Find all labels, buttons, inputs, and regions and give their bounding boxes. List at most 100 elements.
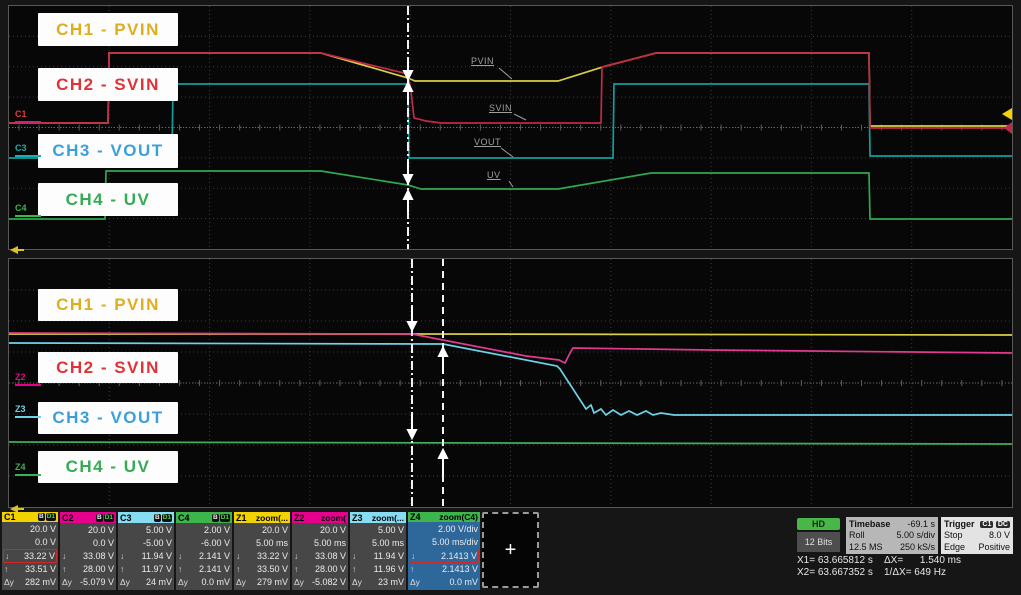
- descriptor-id: C2: [62, 513, 74, 523]
- timebase-rate: 250 kS/s: [900, 542, 935, 552]
- delta-y-icon: Δy: [352, 577, 362, 587]
- trace-label-ch1-pvin: CH1 - PVIN: [38, 289, 178, 321]
- zoom-descriptor-z4-selected[interactable]: Z4 zoom(C4) 2.00 V/div 5.00 ms/div ↓2.14…: [408, 512, 480, 590]
- cursor-max-icon: ↑: [62, 564, 66, 574]
- trigger-source-badge: C1: [980, 521, 993, 528]
- bandwidth-badge: B: [212, 514, 219, 522]
- cursor-max-icon: ↑: [352, 564, 356, 574]
- digital-badge: D1: [104, 514, 114, 522]
- descriptor-id: Z1: [236, 513, 247, 523]
- annotation-vout: VOUT: [474, 137, 501, 147]
- timebase-box[interactable]: Timebase -69.1 s Roll 5.00 s/div 12.5 MS 25…: [846, 517, 938, 554]
- timebase-samples: 12.5 MS: [849, 542, 883, 552]
- trigger-level-marker[interactable]: [1002, 108, 1012, 120]
- digital-badge: D1: [46, 513, 56, 521]
- descriptor-id: Z2: [294, 513, 305, 523]
- zoom-waveform-panel[interactable]: CH1 - PVIN CH2 - SVIN CH3 - VOUT CH4 - U…: [8, 258, 1013, 508]
- vertical-scale: 20.0 V: [30, 524, 56, 534]
- annotation-pvin: PVIN: [471, 56, 494, 66]
- cursor-min-icon: ↓: [178, 551, 182, 561]
- trigger-position-offscreen-arrow-top: [10, 246, 18, 254]
- delta-y-icon: Δy: [62, 577, 72, 587]
- annotation-svin: SVIN: [489, 103, 512, 113]
- cursor-max-icon: ↑: [178, 564, 182, 574]
- trigger-type: Edge: [944, 542, 965, 552]
- add-trace-button[interactable]: +: [482, 512, 539, 588]
- trigger-coupling-badge: DC: [996, 521, 1010, 528]
- channel-descriptor-c3[interactable]: C3 B D1 5.00 V -5.00 V ↓11.94 V ↑11.97 V…: [118, 512, 174, 590]
- channel-descriptor-c2[interactable]: C2 B D1 20.0 V 0.0 V ↓33.08 V ↑28.00 V Δ…: [60, 512, 116, 590]
- bandwidth-badge: B: [38, 513, 45, 521]
- delta-y-icon: Δy: [4, 577, 14, 587]
- plus-icon: +: [505, 539, 517, 562]
- resolution-bits-box: 12 Bits: [797, 532, 840, 552]
- channel-descriptor-c4[interactable]: C4 B D1 2.00 V -6.00 V ↓2.141 V ↑2.141 V…: [176, 512, 232, 590]
- channel-descriptor-c1[interactable]: C1 B D1 20.0 V 0.0 V ↓33.22 V ↑33.51 V Δ…: [2, 512, 58, 590]
- cursor-min-icon: ↓: [411, 551, 415, 561]
- c2-trace-edge-marker: [1004, 122, 1012, 134]
- zoom-offset-marker-z3[interactable]: Z3: [15, 405, 41, 418]
- cursor-dx-readout: ΔX= 1.540 ms: [884, 555, 961, 566]
- timebase-scale: 5.00 s/div: [896, 530, 935, 540]
- trace-label-ch4-uv: CH4 - UV: [38, 451, 178, 483]
- channel-offset-marker-c4[interactable]: C4: [15, 204, 41, 217]
- trace-label-ch1-pvin: CH1 - PVIN: [38, 13, 178, 46]
- descriptor-id: C1: [4, 512, 16, 522]
- delta-y-icon: Δy: [236, 577, 246, 587]
- trace-Z4-UV: [9, 442, 1012, 444]
- cursor-marker-arrows: [408, 307, 447, 475]
- cursor-min-icon: ↓: [5, 551, 9, 561]
- delta-y-icon: Δy: [294, 577, 304, 587]
- timebase-offset: -69.1 s: [907, 519, 935, 529]
- digital-badge: D1: [220, 514, 230, 522]
- descriptor-id: C4: [178, 513, 190, 523]
- trigger-level: 8.0 V: [989, 530, 1010, 540]
- zoom-descriptor-z2[interactable]: Z2 zoom( 20.0 V 5.00 ms ↓33.08 V ↑28.00 …: [292, 512, 348, 590]
- cursor-max-icon: ↑: [4, 564, 8, 574]
- cursor-x1-readout: X1= 63.665812 s: [797, 555, 873, 566]
- zoom-offset-marker-z4[interactable]: Z4: [15, 463, 41, 476]
- annotation-uv: UV: [487, 170, 501, 180]
- cursor-max-icon: ↑: [120, 564, 124, 574]
- descriptor-id: Z4: [410, 512, 421, 522]
- cursor-x2-readout: X2= 63.667352 s: [797, 567, 873, 578]
- cursor-min-icon: ↓: [294, 551, 298, 561]
- trigger-slope: Positive: [978, 542, 1010, 552]
- delta-y-icon: Δy: [410, 577, 420, 587]
- cursor-min-icon: ↓: [236, 551, 240, 561]
- cursor-max-icon: ↑: [410, 564, 414, 574]
- delta-y-icon: Δy: [178, 577, 188, 587]
- main-waveform-panel[interactable]: CH1 - PVIN CH2 - SVIN CH3 - VOUT CH4 - U…: [8, 5, 1013, 250]
- channel-offset-marker-c1[interactable]: C1: [15, 110, 41, 123]
- hd-mode-badge[interactable]: HD: [797, 518, 840, 530]
- cursor-invdx-readout: 1/ΔX= 649 Hz: [884, 567, 946, 578]
- trigger-title: Trigger: [944, 519, 975, 529]
- oscilloscope-screen: CH1 - PVIN CH2 - SVIN CH3 - VOUT CH4 - U…: [0, 0, 1021, 595]
- cursor-max-icon: ↑: [236, 564, 240, 574]
- trace-label-ch3-vout: CH3 - VOUT: [38, 134, 178, 168]
- zoom-descriptor-z3[interactable]: Z3 zoom(... 5.00 V 5.00 ms ↓11.94 V ↑11.…: [350, 512, 406, 590]
- trace-label-ch2-svin: CH2 - SVIN: [38, 68, 178, 101]
- trigger-box[interactable]: Trigger C1 DC Stop 8.0 V Edge Positive: [941, 517, 1013, 554]
- trigger-mode: Stop: [944, 530, 963, 540]
- timebase-title: Timebase: [849, 519, 890, 529]
- trace-label-ch4-uv: CH4 - UV: [38, 183, 178, 216]
- trace-label-ch3-vout: CH3 - VOUT: [38, 402, 178, 434]
- zoom-offset-marker-z2[interactable]: Z2: [15, 373, 41, 386]
- digital-badge: D1: [162, 514, 172, 522]
- zoom-descriptor-z1[interactable]: Z1 zoom(... 20.0 V 5.00 ms ↓33.22 V ↑33.…: [234, 512, 290, 590]
- descriptor-id: C3: [120, 513, 132, 523]
- vertical-offset: 0.0 V: [35, 537, 56, 547]
- trace-label-ch2-svin: CH2 - SVIN: [38, 352, 178, 383]
- descriptor-id: Z3: [352, 513, 363, 523]
- delta-y-icon: Δy: [120, 577, 130, 587]
- bandwidth-badge: B: [96, 514, 103, 522]
- cursor-max-icon: ↑: [294, 564, 298, 574]
- cursor-min-icon: ↓: [62, 551, 66, 561]
- descriptor-row: C1 B D1 20.0 V 0.0 V ↓33.22 V ↑33.51 V Δ…: [2, 512, 539, 590]
- cursor-min-icon: ↓: [120, 551, 124, 561]
- cursor-min-icon: ↓: [352, 551, 356, 561]
- bandwidth-badge: B: [154, 514, 161, 522]
- channel-offset-marker-c3[interactable]: C3: [15, 144, 41, 157]
- timebase-mode: Roll: [849, 530, 865, 540]
